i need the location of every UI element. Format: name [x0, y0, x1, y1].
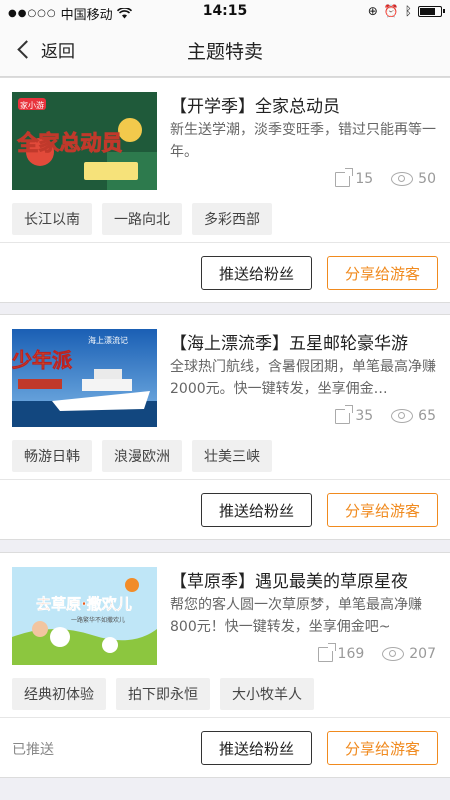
tag[interactable]: 畅游日韩	[12, 440, 92, 472]
thumbnail-badge: 一路繁华不如撒欢儿	[71, 616, 125, 624]
view-count-value: 65	[418, 408, 436, 424]
tag[interactable]: 拍下即永恒	[116, 678, 210, 710]
rotation-lock-icon: ⊕	[367, 4, 378, 18]
share-icon	[335, 404, 354, 424]
view-count: 207	[382, 646, 436, 662]
family-theme-image: 家小游 全家总动员	[12, 92, 157, 190]
card-stats: 35 65	[335, 404, 436, 424]
share-count: 169	[317, 642, 365, 662]
push-to-fans-button[interactable]: 推送给粉丝	[201, 731, 312, 765]
card-description: 全球热门航线，含暑假团期，单笔最高净赚2000元。快一键转发，坐享佣金…	[170, 359, 436, 397]
alarm-icon: ⏰	[383, 4, 399, 18]
card-thumbnail[interactable]: 少年派 海上漂流记	[12, 329, 157, 427]
share-count-value: 35	[355, 408, 374, 424]
card-title[interactable]: 【开学季】全家总动员	[170, 92, 440, 117]
page-title: 主题特卖	[186, 41, 263, 63]
status-right: ⊕ ⏰ ᛒ	[367, 4, 445, 18]
card-thumbnail[interactable]: 去草原·撒欢儿 一路繁华不如撒欢儿	[12, 567, 157, 665]
card-description: 帮您的客人圆一次草原梦，单笔最高净赚800元！快一键转发，坐享佣金吧~	[170, 597, 422, 635]
eye-icon	[382, 647, 405, 661]
push-to-fans-button[interactable]: 推送给粉丝	[201, 256, 312, 290]
card-stats: 15 50	[335, 167, 436, 187]
view-count: 65	[391, 408, 436, 424]
view-count-value: 207	[409, 646, 436, 662]
tag[interactable]: 浪漫欧洲	[102, 440, 182, 472]
share-icon	[317, 642, 336, 662]
tag-list: 长江以南 一路向北 多彩西部	[12, 203, 272, 235]
theme-card: 少年派 海上漂流记 【海上漂流季】五星邮轮豪华游 全球热门航线，含暑假团期，单笔…	[0, 314, 450, 540]
tag[interactable]: 一路向北	[102, 203, 182, 235]
cruise-theme-image: 少年派 海上漂流记	[12, 329, 157, 427]
divider	[0, 479, 450, 480]
tag[interactable]: 多彩西部	[192, 203, 272, 235]
grassland-theme-image: 去草原·撒欢儿 一路繁华不如撒欢儿	[12, 567, 157, 665]
share-count: 35	[335, 404, 374, 424]
share-to-tourists-button[interactable]: 分享给游客	[327, 256, 438, 290]
tag[interactable]: 壮美三峡	[192, 440, 272, 472]
view-count: 50	[391, 171, 436, 187]
theme-card: 家小游 全家总动员 【开学季】全家总动员 新生送学潮，淡季变旺季，错过只能再等一…	[0, 77, 450, 303]
share-icon	[335, 167, 354, 187]
tag-list: 经典初体验 拍下即永恒 大小牧羊人	[12, 678, 314, 710]
card-title[interactable]: 【草原季】遇见最美的草原星夜	[170, 567, 440, 592]
share-to-tourists-button[interactable]: 分享给游客	[327, 731, 438, 765]
status-bar: ●●○○○ 中国移动 14:15 ⊕ ⏰ ᛒ	[0, 0, 450, 24]
battery-icon	[418, 5, 445, 17]
tag[interactable]: 经典初体验	[12, 678, 106, 710]
share-count: 15	[335, 167, 374, 187]
share-count-value: 15	[355, 171, 374, 187]
nav-bar: 返回 主题特卖	[0, 24, 450, 77]
thumbnail-title: 少年派	[12, 348, 73, 372]
card-title[interactable]: 【海上漂流季】五星邮轮豪华游	[170, 329, 440, 354]
share-count-value: 169	[337, 646, 365, 662]
share-to-tourists-button[interactable]: 分享给游客	[327, 493, 438, 527]
card-stats: 169 207	[317, 642, 436, 662]
tag-list: 畅游日韩 浪漫欧洲 壮美三峡	[12, 440, 272, 472]
thumbnail-title: 去草原·撒欢儿	[36, 595, 132, 613]
eye-icon	[391, 409, 414, 423]
theme-card: 去草原·撒欢儿 一路繁华不如撒欢儿 【草原季】遇见最美的草原星夜 帮您的客人圆一…	[0, 552, 450, 778]
card-description: 新生送学潮，淡季变旺季，错过只能再等一年。	[170, 122, 436, 160]
push-to-fans-button[interactable]: 推送给粉丝	[201, 493, 312, 527]
thumbnail-badge: 家小游	[20, 100, 44, 110]
view-count-value: 50	[418, 171, 436, 187]
eye-icon	[391, 172, 414, 186]
bluetooth-icon: ᛒ	[404, 4, 412, 18]
tag[interactable]: 长江以南	[12, 203, 92, 235]
divider	[0, 242, 450, 243]
tag[interactable]: 大小牧羊人	[220, 678, 314, 710]
thumbnail-badge: 海上漂流记	[88, 335, 128, 345]
divider	[0, 717, 450, 718]
card-thumbnail[interactable]: 家小游 全家总动员	[12, 92, 157, 190]
thumbnail-title: 全家总动员	[17, 131, 123, 155]
push-status: 已推送	[12, 742, 54, 758]
